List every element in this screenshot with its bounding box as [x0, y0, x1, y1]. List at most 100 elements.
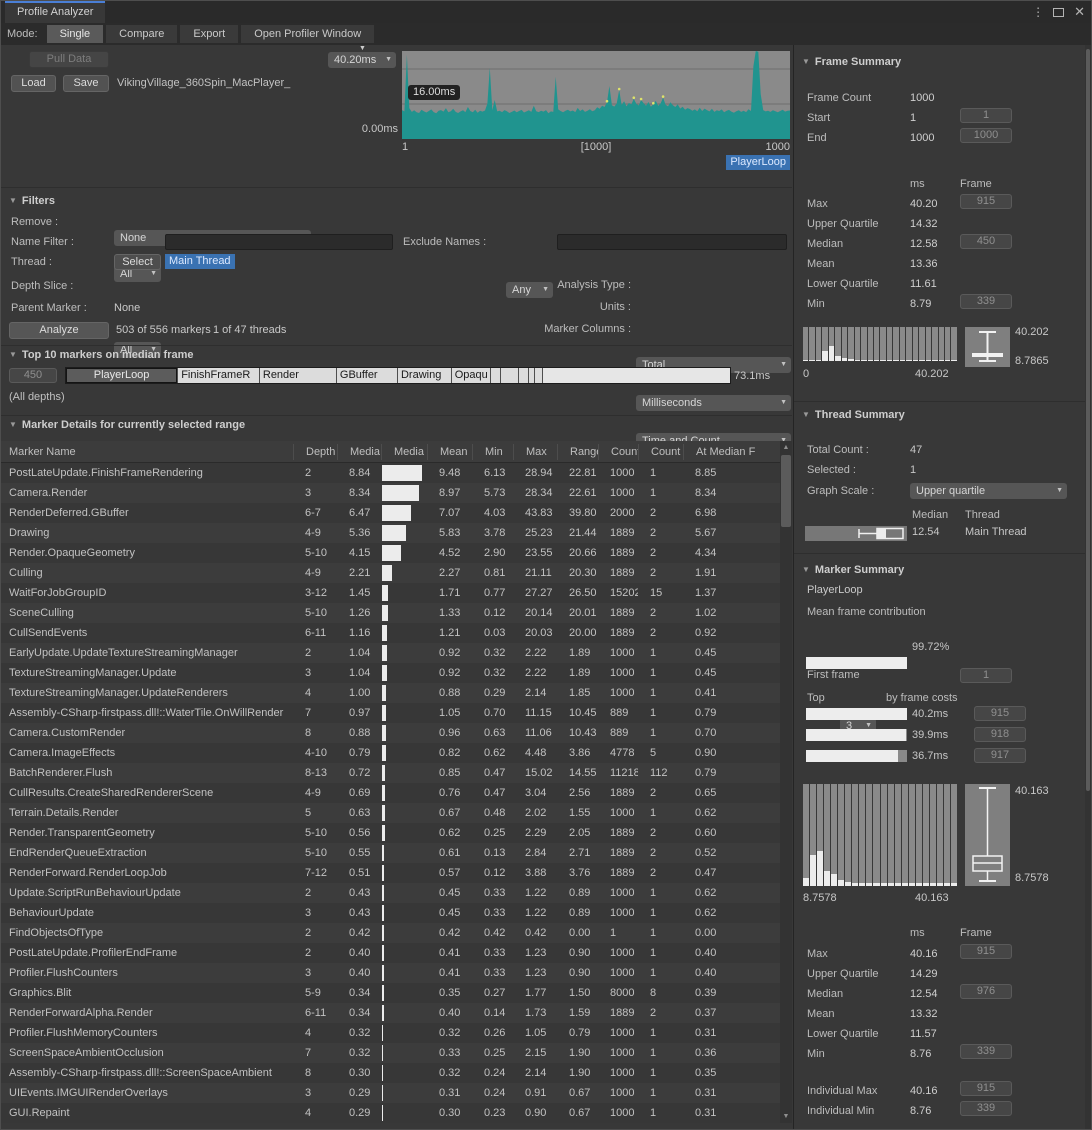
top10-segment[interactable]: [491, 368, 501, 383]
table-row[interactable]: Render.TransparentGeometry5-100.560.620.…: [1, 823, 780, 843]
scroll-down-icon[interactable]: ▼: [780, 1113, 792, 1120]
table-row[interactable]: CullSendEvents6-111.161.210.0320.0320.00…: [1, 623, 780, 643]
mode-button-export[interactable]: Export: [180, 25, 238, 43]
table-row[interactable]: RenderForwardAlpha.Render6-110.340.400.1…: [1, 1003, 780, 1023]
top10-segment[interactable]: [501, 368, 519, 383]
graph-scale-mode-dropdown[interactable]: Upper quartile▼: [910, 483, 1067, 499]
table-row[interactable]: Culling4-92.212.270.8121.1120.30188921.9…: [1, 563, 780, 583]
frame-button[interactable]: 339: [960, 1101, 1012, 1116]
table-row[interactable]: ScreenSpaceAmbientOcclusion70.320.330.25…: [1, 1043, 780, 1063]
kebab-menu-icon[interactable]: ⋮: [1032, 5, 1043, 19]
marker-details-header[interactable]: ▼Marker Details for currently selected r…: [9, 419, 245, 431]
col-count[interactable]: Count: [598, 444, 638, 460]
frame-button[interactable]: 450: [960, 234, 1012, 249]
table-row[interactable]: BehaviourUpdate30.430.450.331.220.891000…: [1, 903, 780, 923]
col-depth[interactable]: Depth: [293, 444, 337, 460]
top10-segment[interactable]: GBuffer: [337, 368, 398, 383]
frame-summary-header[interactable]: ▼Frame Summary: [802, 56, 901, 68]
table-row[interactable]: Drawing4-95.365.833.7825.2321.44188925.6…: [1, 523, 780, 543]
table-scrollbar[interactable]: ▲ ▼: [780, 441, 792, 1123]
table-row[interactable]: Profiler.FlushCounters30.400.410.331.230…: [1, 963, 780, 983]
name-filter-input[interactable]: [165, 234, 393, 250]
top10-segment[interactable]: Render: [260, 368, 337, 383]
table-row[interactable]: PostLateUpdate.FinishFrameRendering28.84…: [1, 463, 780, 483]
table-row[interactable]: WaitForJobGroupID3-121.451.710.7727.2726…: [1, 583, 780, 603]
thread-value-chip[interactable]: Main Thread: [165, 254, 235, 269]
top10-segment[interactable]: Drawing: [398, 368, 452, 383]
table-row[interactable]: SceneCulling5-101.261.330.1220.1420.0118…: [1, 603, 780, 623]
units-dropdown[interactable]: Milliseconds▼: [636, 395, 791, 411]
analyze-button[interactable]: Analyze: [9, 322, 109, 339]
col-min[interactable]: Min: [472, 444, 513, 460]
frame-button[interactable]: 339: [960, 294, 1012, 309]
frame-button[interactable]: 1000: [960, 128, 1012, 143]
table-row[interactable]: EarlyUpdate.UpdateTextureStreamingManage…: [1, 643, 780, 663]
load-button[interactable]: Load: [11, 75, 56, 92]
mode-button-single[interactable]: Single: [47, 25, 104, 43]
table-scrollbar-thumb[interactable]: [781, 455, 791, 527]
col-median[interactable]: Media: [337, 444, 381, 460]
panel-scrollbar[interactable]: [1085, 45, 1091, 1129]
col-count-frame[interactable]: Count Fra: [638, 444, 683, 460]
marker-histogram[interactable]: [803, 784, 957, 886]
thread-select-button[interactable]: Select: [114, 254, 161, 270]
top10-header[interactable]: ▼Top 10 markers on median frame: [9, 349, 194, 361]
col-marker-name[interactable]: Marker Name: [1, 444, 293, 460]
col-median-bar[interactable]: Media: [381, 444, 427, 460]
close-icon[interactable]: ✕: [1074, 4, 1085, 20]
pull-data-button[interactable]: Pull Data: [29, 51, 109, 68]
col-max[interactable]: Max: [513, 444, 557, 460]
table-header-row[interactable]: Marker Name Depth Media Media Mean Min M…: [1, 441, 780, 463]
table-row[interactable]: Camera.CustomRender80.880.960.6311.0610.…: [1, 723, 780, 743]
top10-segment[interactable]: PlayerLoop: [66, 368, 178, 383]
top10-segment[interactable]: FinishFrameR: [178, 368, 260, 383]
table-row[interactable]: TextureStreamingManager.UpdateRenderers4…: [1, 683, 780, 703]
panel-scrollbar-thumb[interactable]: [1086, 49, 1090, 791]
mode-button-open-profiler[interactable]: Open Profiler Window: [241, 25, 374, 43]
table-row[interactable]: Assembly-CSharp-firstpass.dll!::WaterTil…: [1, 703, 780, 723]
table-row[interactable]: Terrain.Details.Render50.630.670.482.021…: [1, 803, 780, 823]
marker-boxplot[interactable]: [965, 784, 1010, 886]
frame-boxplot[interactable]: [965, 327, 1010, 367]
top10-segment[interactable]: Opaqu: [452, 368, 491, 383]
frame-button[interactable]: 1: [960, 108, 1012, 123]
col-mean[interactable]: Mean: [427, 444, 472, 460]
table-row[interactable]: Render.OpaqueGeometry5-104.154.522.9023.…: [1, 543, 780, 563]
table-row[interactable]: Assembly-CSharp-firstpass.dll!::ScreenSp…: [1, 1063, 780, 1083]
table-row[interactable]: BatchRenderer.Flush8-130.720.850.4715.02…: [1, 763, 780, 783]
thread-summary-header[interactable]: ▼Thread Summary: [802, 409, 905, 421]
selected-marker-chip[interactable]: PlayerLoop: [726, 155, 790, 170]
table-row[interactable]: Profiler.FlushMemoryCounters40.320.320.2…: [1, 1023, 780, 1043]
table-row[interactable]: Graphics.Blit5-90.340.350.271.771.508000…: [1, 983, 780, 1003]
table-row[interactable]: RenderDeferred.GBuffer6-76.477.074.0343.…: [1, 503, 780, 523]
table-row[interactable]: GUI.Repaint40.290.300.230.900.67100010.3…: [1, 1103, 780, 1123]
frame-button[interactable]: 339: [960, 1044, 1012, 1059]
frame-button[interactable]: 976: [960, 984, 1012, 999]
thread-range-bar[interactable]: [805, 526, 907, 541]
filters-header[interactable]: ▼Filters: [9, 195, 55, 207]
top10-segment[interactable]: [535, 368, 543, 383]
top10-segment[interactable]: [519, 368, 529, 383]
scroll-up-icon[interactable]: ▲: [780, 444, 792, 451]
maximize-icon[interactable]: [1053, 8, 1064, 17]
table-row[interactable]: EndRenderQueueExtraction5-100.550.610.13…: [1, 843, 780, 863]
table-row[interactable]: PostLateUpdate.ProfilerEndFrame20.400.41…: [1, 943, 780, 963]
table-row[interactable]: RenderForward.RenderLoopJob7-120.510.570…: [1, 863, 780, 883]
first-frame-button[interactable]: 1: [960, 668, 1012, 683]
frame-histogram[interactable]: [803, 327, 957, 361]
col-at-median-frame[interactable]: At Median F: [683, 444, 780, 460]
table-row[interactable]: Update.ScriptRunBehaviourUpdate20.430.45…: [1, 883, 780, 903]
table-row[interactable]: Camera.Render38.348.975.7328.3422.611000…: [1, 483, 780, 503]
table-row[interactable]: FindObjectsOfType20.420.420.420.420.0011…: [1, 923, 780, 943]
save-button[interactable]: Save: [63, 75, 109, 92]
tab-profile-analyzer[interactable]: Profile Analyzer: [5, 1, 105, 23]
frame-button[interactable]: 915: [960, 944, 1012, 959]
exclude-names-input[interactable]: [557, 234, 787, 250]
frame-button[interactable]: 915: [960, 1081, 1012, 1096]
marker-summary-header[interactable]: ▼Marker Summary: [802, 564, 904, 576]
frame-button[interactable]: 918: [974, 727, 1026, 742]
mode-button-compare[interactable]: Compare: [106, 25, 177, 43]
top10-marker-bar[interactable]: PlayerLoopFinishFrameRRenderGBufferDrawi…: [65, 367, 731, 384]
frame-time-chart[interactable]: 16.00ms: [402, 51, 790, 139]
frame-button[interactable]: 915: [974, 706, 1026, 721]
